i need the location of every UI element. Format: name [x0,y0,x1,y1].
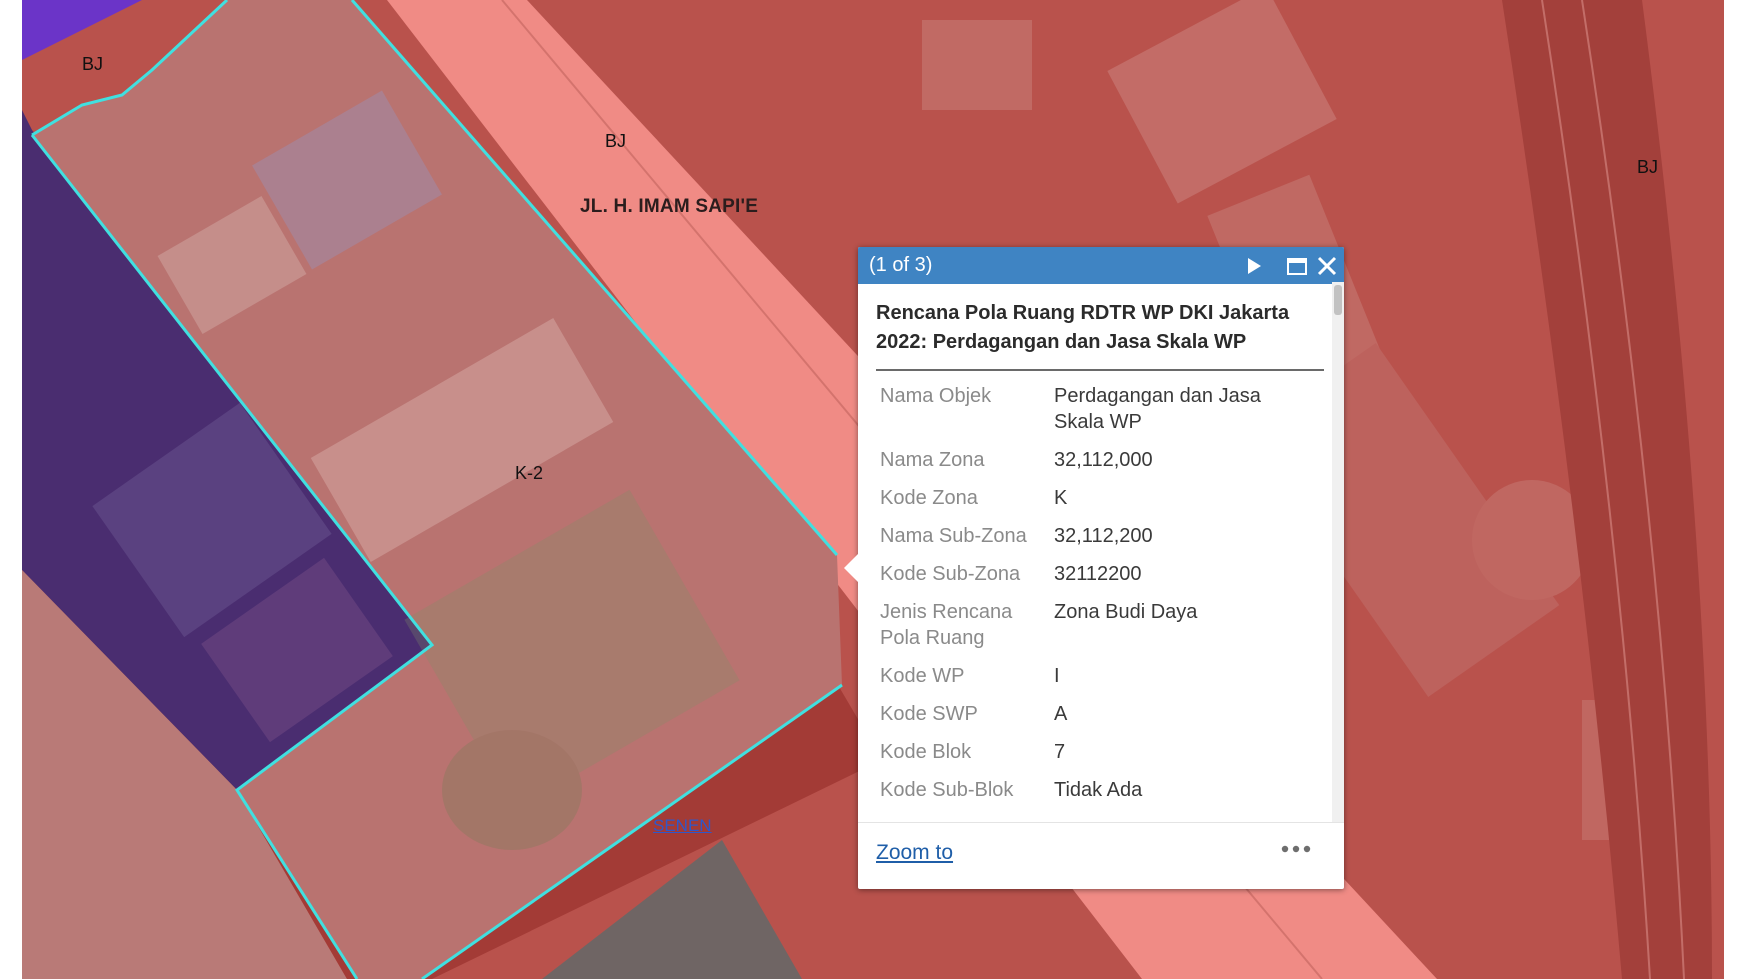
attribute-row: Kode Blok 7 [876,739,1316,777]
next-feature-button[interactable] [1241,253,1267,279]
zoom-to-link[interactable]: Zoom to [876,841,953,865]
place-label-senen[interactable]: SENEN [653,816,712,836]
zone-label-k2: K-2 [515,463,544,483]
more-actions-button[interactable] [1278,837,1314,861]
attribute-field-value: Provinsi DKI Jakarta [1054,815,1316,818]
scroll-thumb[interactable] [1334,285,1342,315]
attribute-row: Jenis Rencana Pola Ruang Zona Budi Daya [876,599,1316,663]
popup-pointer [844,554,858,582]
feature-count: (1 of 3) [869,254,933,276]
popup-scrollbar[interactable] [1332,282,1344,822]
attribute-row: Wilayah AdministrasiProvinsi DKI Jakarta [876,815,1316,818]
title-divider [876,369,1324,371]
attribute-field-value: Tidak Ada [1054,779,1143,801]
attribute-field-value: 32,112,000 [1054,449,1153,471]
attribute-field-name: Wilayah Administrasi [876,815,1054,818]
attribute-field-name: Nama Sub-Zona [880,525,1027,547]
road-label: JL. H. IMAM SAPI'E [580,196,759,217]
attribute-field-name: Nama Zona [880,449,985,471]
attribute-field-value: 32,112,200 [1054,525,1153,547]
attribute-field-value: Zona Budi Daya [1054,601,1198,623]
attribute-table: Nama Objek Perdagangan dan Jasa Skala WP N… [876,383,1316,818]
attribute-row: Nama Sub-Zona 32,112,200 [876,523,1316,561]
attribute-row: Nama Zona 32,112,000 [876,447,1316,485]
zone-label-bj-center: BJ [605,131,627,151]
popup-footer: Zoom to [858,822,1344,890]
attribute-field-value: K [1054,487,1068,509]
play-icon [1248,258,1261,274]
attribute-row: Kode Zona K [876,485,1316,523]
zone-label-bj-right: BJ [1637,157,1659,177]
attribute-field-value: A [1054,703,1068,725]
attribute-list[interactable]: Nama Objek Perdagangan dan Jasa Skala WP N… [876,383,1326,818]
popup-header: (1 of 3) [858,247,1344,284]
attribute-field-name: Kode SWP [880,703,978,725]
attribute-row: Kode Sub-Zona 32112200 [876,561,1316,599]
attribute-field-name: Nama Objek [880,385,992,407]
attribute-field-value: I [1054,665,1060,687]
close-button[interactable] [1314,253,1340,279]
attribute-field-value: 32112200 [1054,563,1142,585]
attribute-field-name: Kode Sub-Zona [880,563,1021,585]
zone-label-bj-top-left: BJ [82,54,104,74]
attribute-field-name: Jenis Rencana Pola Ruang [880,601,1013,649]
popup-title: Rencana Pola Ruang RDTR WP DKI Jakarta 2… [876,302,1290,353]
attribute-row: Kode SWP A [876,701,1316,739]
maximize-icon [1287,258,1307,275]
attribute-field-name: Kode Zona [880,487,978,509]
map-view[interactable]: BJ BJ BJ K-2 JL. H. IMAM SAPI'E SENEN (1… [22,0,1724,979]
attribute-row: Kode Sub-Blok Tidak Ada [876,777,1316,815]
attribute-field-name: Kode Sub-Blok [880,779,1014,801]
attribute-field-value: Perdagangan dan Jasa Skala WP [1054,385,1261,433]
attribute-field-name: Kode WP [880,665,965,687]
attribute-field-name: Kode Blok [880,741,972,763]
maximize-button[interactable] [1284,253,1310,279]
attribute-row: Nama Objek Perdagangan dan Jasa Skala WP [876,383,1316,447]
feature-popup: (1 of 3) Rencana Pola Ruang RDTR WP DKI [844,247,1344,890]
attribute-row: Kode WP I [876,663,1316,701]
more-icon [1281,845,1311,853]
attribute-field-value: 7 [1054,741,1066,763]
close-icon [1317,256,1337,276]
